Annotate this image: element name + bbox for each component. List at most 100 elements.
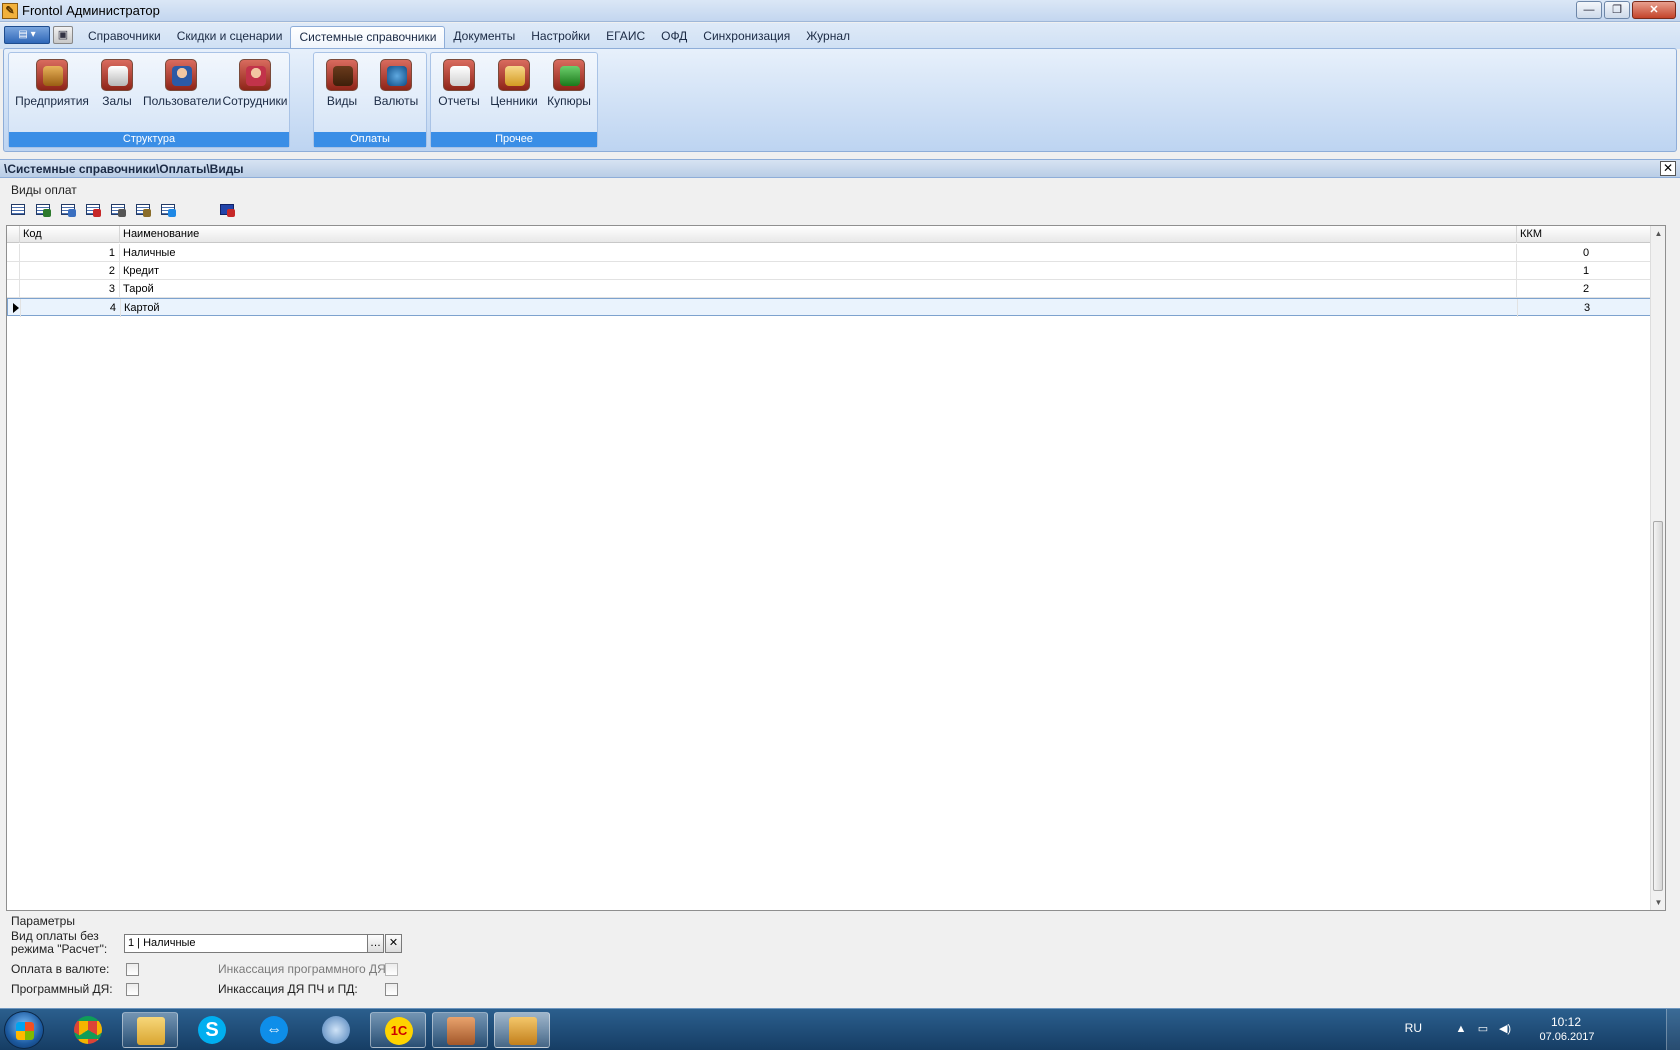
currency-payment-label: Оплата в валюте: — [11, 962, 110, 976]
tab-ofd[interactable]: ОФД — [653, 26, 695, 48]
table-row-selected[interactable]: 4 Картой 3 — [7, 298, 1658, 317]
tab-system-directories[interactable]: Системные справочники — [290, 26, 446, 48]
frontol-admin-taskbar-button[interactable] — [494, 1012, 550, 1048]
tab-settings[interactable]: Настройки — [523, 26, 598, 48]
add-record-icon[interactable] — [8, 200, 27, 219]
refresh-icon[interactable] — [158, 200, 177, 219]
close-panel-icon[interactable]: ✕ — [1660, 161, 1676, 176]
staff-button[interactable]: Сотрудники — [221, 59, 289, 108]
network-icon[interactable]: ▭ — [1476, 1022, 1490, 1036]
taskbar: S ⇔ 1С RU ▲ ▭ ◀) 10:12 07.06.2017 — [0, 1008, 1680, 1050]
cell-kkm: 1 — [1517, 262, 1657, 280]
edit-record-icon[interactable] — [33, 200, 52, 219]
price-tags-button[interactable]: Ценники — [487, 59, 541, 108]
collection-dya-checkbox[interactable] — [385, 983, 398, 996]
halls-button[interactable]: Залы — [97, 59, 137, 108]
language-indicator[interactable]: RU — [1405, 1021, 1422, 1035]
clock-date[interactable]: 07.06.2017 — [1532, 1031, 1602, 1043]
cell-name: Наличные — [120, 244, 1517, 262]
program-dya-checkbox[interactable] — [126, 983, 139, 996]
users-label: Пользователи — [143, 94, 222, 108]
mail-taskbar-button[interactable] — [308, 1012, 364, 1048]
row-indicator-header — [7, 226, 20, 243]
show-desktop-button[interactable] — [1666, 1009, 1680, 1050]
breadcrumb: \Системные справочники\Оплаты\Виды — [4, 162, 244, 176]
column-header-kkm[interactable]: ККМ — [1517, 226, 1657, 243]
payment-types-button[interactable]: Виды — [320, 59, 364, 108]
clock-time[interactable]: 10:12 — [1536, 1015, 1596, 1029]
scroll-thumb[interactable] — [1653, 521, 1663, 891]
1c-taskbar-button[interactable]: 1С — [370, 1012, 426, 1048]
currencies-label: Валюты — [373, 94, 419, 108]
column-header-name[interactable]: Наименование — [120, 226, 1517, 243]
banknotes-button[interactable]: Купюры — [543, 59, 595, 108]
table-row[interactable]: 2 Кредит 1 — [7, 262, 1657, 280]
chrome-icon — [74, 1016, 102, 1044]
table-row[interactable]: 1 Наличные 0 — [7, 244, 1657, 262]
tab-documents[interactable]: Документы — [445, 26, 523, 48]
copy-record-icon[interactable] — [58, 200, 77, 219]
vertical-scrollbar[interactable]: ▲ ▼ — [1650, 226, 1665, 910]
ribbon-tab-bar: ▤ ▾ ▣ Справочники Скидки и сценарии Сист… — [0, 23, 1680, 49]
chrome-taskbar-button[interactable] — [60, 1012, 116, 1048]
minimize-button[interactable]: — — [1576, 1, 1602, 19]
window-controls: — ❐ ✕ — [1576, 1, 1676, 19]
ribbon-panel: Предприятия Залы Пользователи Сотрудники… — [3, 48, 1677, 152]
group-label-other: Прочее — [431, 132, 597, 147]
users-icon — [165, 59, 197, 91]
users-button[interactable]: Пользователи — [143, 59, 222, 108]
volume-icon[interactable]: ◀) — [1498, 1022, 1512, 1036]
tab-journal[interactable]: Журнал — [798, 26, 858, 48]
scroll-down-icon[interactable]: ▼ — [1654, 898, 1663, 907]
start-button[interactable] — [4, 1011, 44, 1049]
filter-record-icon[interactable] — [133, 200, 152, 219]
teamviewer-icon: ⇔ — [260, 1016, 288, 1044]
building-icon — [36, 59, 68, 91]
application-menu-button[interactable]: ▤ ▾ — [4, 26, 50, 44]
save-icon[interactable]: ▣ — [53, 26, 73, 44]
collection-dya-label: Инкассация ДЯ ПЧ и ПД: — [218, 982, 358, 996]
row-indicator — [7, 280, 20, 298]
delete-record-icon[interactable] — [83, 200, 102, 219]
table-row[interactable]: 3 Тарой 2 — [7, 280, 1657, 298]
scroll-up-icon[interactable]: ▲ — [1654, 229, 1663, 238]
exit-panel-icon[interactable] — [217, 200, 236, 219]
close-window-button[interactable]: ✕ — [1632, 1, 1676, 19]
payment-types-label: Виды — [326, 94, 358, 108]
cash-register-icon — [447, 1017, 475, 1045]
wallet-icon — [326, 59, 358, 91]
row-indicator — [7, 244, 20, 262]
cell-code: 2 — [20, 262, 120, 280]
1c-icon: 1С — [385, 1017, 413, 1045]
banknote-icon — [553, 59, 585, 91]
frontol-admin-icon — [509, 1017, 537, 1045]
frontol-pos-taskbar-button[interactable] — [432, 1012, 488, 1048]
restore-button[interactable]: ❐ — [1604, 1, 1630, 19]
mail-client-icon — [322, 1016, 350, 1044]
currencies-button[interactable]: Валюты — [370, 59, 422, 108]
tab-synchronization[interactable]: Синхронизация — [695, 26, 798, 48]
currency-payment-checkbox[interactable] — [126, 963, 139, 976]
window-title: Frontol Администратор — [22, 3, 160, 18]
tab-discounts-scenarios[interactable]: Скидки и сценарии — [169, 26, 291, 48]
tab-directories[interactable]: Справочники — [80, 26, 169, 48]
clear-field-icon[interactable]: ✕ — [385, 934, 402, 953]
teamviewer-taskbar-button[interactable]: ⇔ — [246, 1012, 302, 1048]
column-header-code[interactable]: Код — [20, 226, 120, 243]
payment-type-field[interactable]: 1 | Наличные — [124, 934, 369, 953]
payment-type-label-line2: режима "Расчет": — [11, 942, 108, 956]
tab-egais[interactable]: ЕГАИС — [598, 26, 653, 48]
explorer-taskbar-button[interactable] — [122, 1012, 178, 1048]
browse-button[interactable]: … — [367, 934, 384, 953]
row-indicator — [7, 262, 20, 280]
halls-label: Залы — [102, 94, 132, 108]
params-title: Параметры — [11, 914, 75, 928]
show-hidden-icons-icon[interactable]: ▲ — [1454, 1022, 1468, 1036]
search-record-icon[interactable] — [108, 200, 127, 219]
skype-icon: S — [198, 1016, 226, 1044]
cell-kkm: 2 — [1517, 280, 1657, 298]
enterprises-button[interactable]: Предприятия — [15, 59, 89, 108]
reports-button[interactable]: Отчеты — [435, 59, 483, 108]
skype-taskbar-button[interactable]: S — [184, 1012, 240, 1048]
